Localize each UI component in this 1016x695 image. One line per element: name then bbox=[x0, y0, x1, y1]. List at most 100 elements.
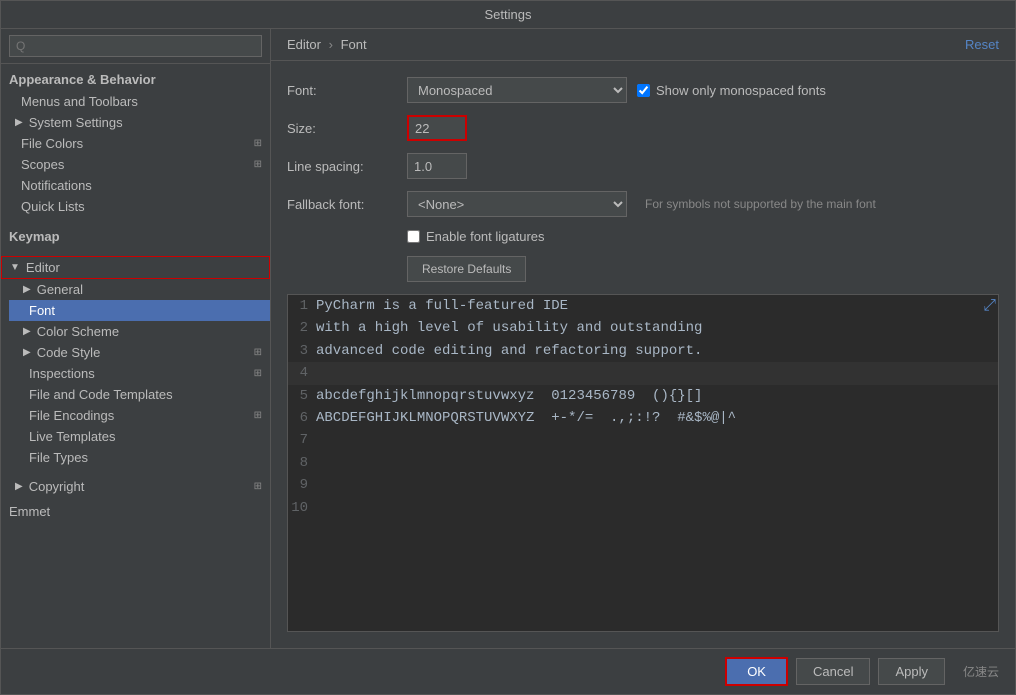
sidebar-item-file-encodings[interactable]: File Encodings ⊞ bbox=[9, 405, 270, 426]
ok-button[interactable]: OK bbox=[725, 657, 788, 686]
sidebar-category-appearance[interactable]: Appearance & Behavior bbox=[1, 68, 270, 91]
arrow-icon: ▶ bbox=[23, 326, 31, 337]
sidebar-group-code-style[interactable]: ▶ Code Style ⊞ bbox=[9, 342, 270, 363]
preview-line: 7 bbox=[288, 429, 998, 451]
line-num-2: 2 bbox=[288, 317, 316, 339]
apply-button[interactable]: Apply bbox=[878, 658, 945, 685]
restore-defaults-row: Restore Defaults bbox=[287, 256, 999, 282]
font-control: Monospaced Consolas Courier New DejaVu S… bbox=[407, 77, 826, 103]
sidebar-item-menus-toolbars[interactable]: Menus and Toolbars bbox=[1, 91, 270, 112]
line-content-2: with a high level of usability and outst… bbox=[316, 317, 702, 339]
reset-link[interactable]: Reset bbox=[965, 37, 999, 52]
breadcrumb-sep: › bbox=[329, 37, 333, 52]
sidebar-item-label: Color Scheme bbox=[37, 324, 119, 339]
font-label: Font: bbox=[287, 83, 407, 98]
sidebar-item-file-colors[interactable]: File Colors ⊞ bbox=[1, 133, 270, 154]
sidebar-group-general[interactable]: ▶ General bbox=[9, 279, 270, 300]
sidebar-group-color-scheme[interactable]: ▶ Color Scheme bbox=[9, 321, 270, 342]
sidebar-section-appearance: Appearance & Behavior Menus and Toolbars… bbox=[1, 64, 270, 221]
preview-area: ⤢ 1 PyCharm is a full-featured IDE 2 wit… bbox=[287, 294, 999, 632]
line-num-7: 7 bbox=[288, 429, 316, 451]
font-row: Font: Monospaced Consolas Courier New De… bbox=[287, 77, 999, 103]
line-content-6: ABCDEFGHIJKLMNOPQRSTUVWXYZ +-*/= .,;:!? … bbox=[316, 407, 736, 429]
badge-icon: ⊞ bbox=[254, 159, 262, 170]
ligatures-label[interactable]: Enable font ligatures bbox=[407, 229, 545, 244]
dialog-body: Appearance & Behavior Menus and Toolbars… bbox=[1, 29, 1015, 694]
sidebar-item-file-code-templates[interactable]: File and Code Templates bbox=[9, 384, 270, 405]
sidebar-group-editor[interactable]: ▼ Editor bbox=[1, 256, 270, 279]
expand-icon[interactable]: ⤢ bbox=[983, 297, 996, 315]
fallback-font-select[interactable]: <None> Monospaced Consolas bbox=[407, 191, 627, 217]
watermark: 亿速云 bbox=[963, 663, 999, 680]
line-num-1: 1 bbox=[288, 295, 316, 317]
line-num-4: 4 bbox=[288, 362, 316, 384]
show-monospaced-checkbox[interactable] bbox=[637, 84, 650, 97]
line-num-3: 3 bbox=[288, 340, 316, 362]
sidebar-section-copyright: ▶ Copyright ⊞ bbox=[1, 472, 270, 501]
ligatures-text: Enable font ligatures bbox=[426, 229, 545, 244]
preview-line: 5 abcdefghijklmnopqrstuvwxyz 0123456789 … bbox=[288, 385, 998, 407]
preview-line: 2 with a high level of usability and out… bbox=[288, 317, 998, 339]
line-content-3: advanced code editing and refactoring su… bbox=[316, 340, 702, 362]
preview-line: 9 bbox=[288, 474, 998, 496]
editor-children: ▶ General Font ▶ Color Scheme ▶ Code Sty… bbox=[1, 279, 270, 468]
line-num-8: 8 bbox=[288, 452, 316, 474]
fallback-font-row: Fallback font: <None> Monospaced Consola… bbox=[287, 191, 999, 217]
sidebar-item-font[interactable]: Font bbox=[9, 300, 270, 321]
dialog-title: Settings bbox=[485, 7, 532, 22]
sidebar-item-scopes[interactable]: Scopes ⊞ bbox=[1, 154, 270, 175]
preview-line: 1 PyCharm is a full-featured IDE bbox=[288, 295, 998, 317]
content-body: Font: Monospaced Consolas Courier New De… bbox=[271, 61, 1015, 648]
search-input[interactable] bbox=[9, 35, 262, 57]
content-header: Editor › Font Reset bbox=[271, 29, 1015, 61]
line-spacing-label: Line spacing: bbox=[287, 159, 407, 174]
sidebar-item-label: Copyright bbox=[29, 479, 85, 494]
preview-line: 10 bbox=[288, 497, 998, 519]
show-monospaced-label[interactable]: Show only monospaced fonts bbox=[637, 83, 826, 98]
line-content-5: abcdefghijklmnopqrstuvwxyz 0123456789 ()… bbox=[316, 385, 702, 407]
search-box bbox=[1, 29, 270, 64]
breadcrumb-current: Font bbox=[341, 37, 367, 52]
preview-line: 3 advanced code editing and refactoring … bbox=[288, 340, 998, 362]
font-select[interactable]: Monospaced Consolas Courier New DejaVu S… bbox=[407, 77, 627, 103]
badge-icon: ⊞ bbox=[254, 410, 262, 421]
sidebar: Appearance & Behavior Menus and Toolbars… bbox=[1, 29, 271, 648]
arrow-icon: ▶ bbox=[15, 481, 23, 492]
preview-line: 8 bbox=[288, 452, 998, 474]
ligatures-row: Enable font ligatures bbox=[287, 229, 999, 244]
arrow-down-icon: ▼ bbox=[10, 262, 20, 273]
sidebar-section-keymap: Keymap bbox=[1, 221, 270, 252]
badge-icon: ⊞ bbox=[254, 347, 262, 358]
cancel-button[interactable]: Cancel bbox=[796, 658, 870, 685]
fallback-font-control: <None> Monospaced Consolas For symbols n… bbox=[407, 191, 876, 217]
line-spacing-control bbox=[407, 153, 467, 179]
sidebar-item-notifications[interactable]: Notifications bbox=[1, 175, 270, 196]
arrow-icon: ▶ bbox=[23, 347, 31, 358]
badge-icon: ⊞ bbox=[254, 138, 262, 149]
sidebar-group-system-settings[interactable]: ▶ System Settings bbox=[1, 112, 270, 133]
sidebar-item-emmet[interactable]: Emmet bbox=[1, 501, 270, 522]
main-area: Appearance & Behavior Menus and Toolbars… bbox=[1, 29, 1015, 648]
size-input[interactable] bbox=[407, 115, 467, 141]
line-spacing-input[interactable] bbox=[407, 153, 467, 179]
restore-defaults-button[interactable]: Restore Defaults bbox=[407, 256, 526, 282]
sidebar-group-copyright[interactable]: ▶ Copyright ⊞ bbox=[1, 476, 270, 497]
line-content-1: PyCharm is a full-featured IDE bbox=[316, 295, 568, 317]
arrow-icon: ▶ bbox=[23, 284, 31, 295]
sidebar-item-inspections[interactable]: Inspections ⊞ bbox=[9, 363, 270, 384]
line-num-5: 5 bbox=[288, 385, 316, 407]
breadcrumb: Editor › Font bbox=[287, 37, 367, 52]
sidebar-item-file-types[interactable]: File Types bbox=[9, 447, 270, 468]
sidebar-item-live-templates[interactable]: Live Templates bbox=[9, 426, 270, 447]
ligatures-checkbox[interactable] bbox=[407, 230, 420, 243]
footer: OK Cancel Apply 亿速云 bbox=[1, 648, 1015, 694]
size-row: Size: bbox=[287, 115, 999, 141]
sidebar-item-label: Code Style bbox=[37, 345, 101, 360]
sidebar-category-keymap[interactable]: Keymap bbox=[1, 225, 270, 248]
sidebar-section-editor: ▼ Editor ▶ General Font ▶ Color Scheme bbox=[1, 252, 270, 472]
size-control bbox=[407, 115, 467, 141]
content-panel: Editor › Font Reset Font: Monospaced Con… bbox=[271, 29, 1015, 648]
sidebar-item-quick-lists[interactable]: Quick Lists bbox=[1, 196, 270, 217]
fallback-font-label: Fallback font: bbox=[287, 197, 407, 212]
sidebar-item-label: System Settings bbox=[29, 115, 123, 130]
